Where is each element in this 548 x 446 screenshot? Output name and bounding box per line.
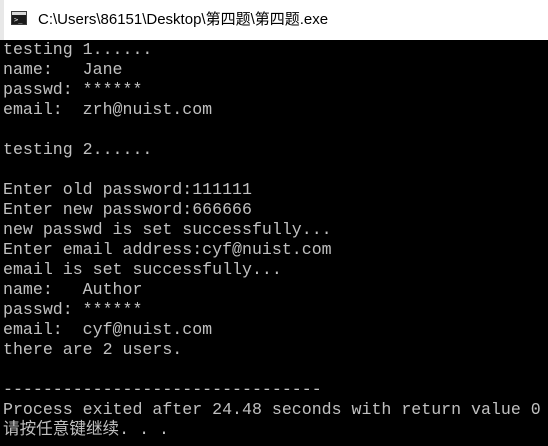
console-line: there are 2 users. xyxy=(3,340,183,359)
console-line: Enter new password:666666 xyxy=(3,200,252,219)
console-icon-bar xyxy=(12,12,26,15)
console-line: email is set successfully... xyxy=(3,260,282,279)
console-output[interactable]: testing 1...... name: Jane passwd: *****… xyxy=(0,40,548,446)
console-line: testing 2...... xyxy=(3,140,153,159)
console-line: name: Author xyxy=(3,280,143,299)
console-line: new passwd is set successfully... xyxy=(3,220,332,239)
console-line: email: zrh@nuist.com xyxy=(3,100,213,119)
title-bar[interactable]: >_ C:\Users\86151\Desktop\第四题\第四题.exe xyxy=(0,0,548,40)
separator-line: -------------------------------- xyxy=(3,380,322,399)
process-exit-line: Process exited after 24.48 seconds with … xyxy=(3,400,541,419)
console-icon-prompt: >_ xyxy=(14,16,23,24)
console-line: passwd: ****** xyxy=(3,80,143,99)
console-line: Enter email address:cyf@nuist.com xyxy=(3,240,332,259)
window-edge xyxy=(0,0,4,40)
console-line: email: cyf@nuist.com xyxy=(3,320,213,339)
console-icon[interactable]: >_ xyxy=(11,11,27,25)
console-line: testing 1...... xyxy=(3,40,153,59)
console-line: name: Jane xyxy=(3,60,123,79)
console-line: Enter old password:111111 xyxy=(3,180,252,199)
press-any-key-prompt: 请按任意键继续. . . xyxy=(3,420,169,439)
console-window: >_ C:\Users\86151\Desktop\第四题\第四题.exe te… xyxy=(0,0,548,446)
window-title: C:\Users\86151\Desktop\第四题\第四题.exe xyxy=(38,11,329,28)
console-line: passwd: ****** xyxy=(3,300,143,319)
